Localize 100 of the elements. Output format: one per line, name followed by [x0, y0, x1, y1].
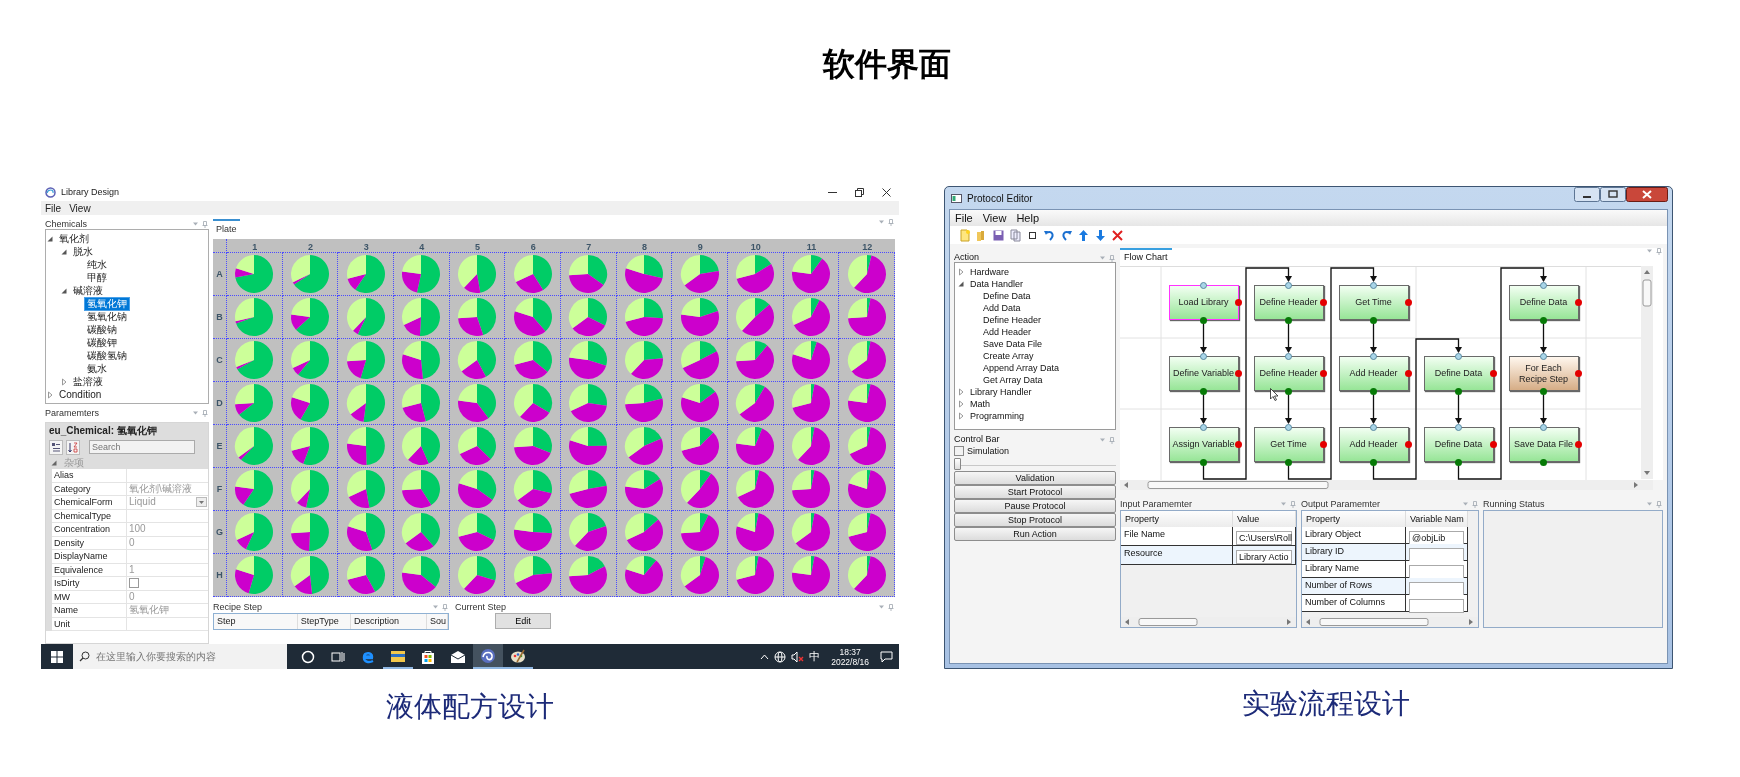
input-port[interactable]: [1200, 423, 1207, 431]
column-header[interactable]: Description: [350, 614, 427, 629]
expanded-arrow-icon[interactable]: [60, 286, 68, 295]
error-port[interactable]: [1405, 299, 1412, 306]
notification-icon[interactable]: [880, 650, 893, 663]
output-port[interactable]: [1455, 387, 1462, 395]
column-header[interactable]: Variable Nam: [1406, 511, 1468, 527]
search-field[interactable]: 在这里输入你要搜索的内容: [96, 651, 276, 662]
close-icon[interactable]: [882, 187, 891, 197]
input-port[interactable]: [1285, 281, 1292, 289]
slider-thumb[interactable]: [954, 458, 961, 470]
output-port[interactable]: [1540, 458, 1547, 466]
tree-item[interactable]: Data Handler: [968, 278, 1026, 290]
slider[interactable]: [954, 457, 1116, 471]
control-button[interactable]: Pause Protocol: [954, 499, 1116, 513]
menu-item[interactable]: File: [41, 202, 66, 214]
flow-node[interactable]: Assign Variable: [1168, 427, 1239, 462]
input-port[interactable]: [1285, 352, 1292, 360]
chevron-up-icon[interactable]: [760, 653, 770, 660]
close-button[interactable]: [1626, 187, 1668, 202]
collapsed-arrow-icon[interactable]: [957, 388, 965, 396]
tree-item[interactable]: Hardware: [968, 266, 1011, 278]
column-header[interactable]: StepType: [297, 614, 351, 629]
tree-item[interactable]: 氢氧化钾: [85, 297, 129, 310]
control-button[interactable]: Start Protocol: [954, 485, 1116, 499]
error-port[interactable]: [1575, 441, 1582, 448]
output-port[interactable]: [1370, 387, 1377, 395]
flow-node[interactable]: Define Data: [1423, 356, 1494, 391]
tree-item[interactable]: 盐溶液: [71, 375, 105, 388]
error-port[interactable]: [1575, 370, 1582, 377]
output-port[interactable]: [1200, 387, 1207, 395]
control-button[interactable]: Stop Protocol: [954, 513, 1116, 527]
tree-item[interactable]: Save Data File: [981, 338, 1045, 350]
error-port[interactable]: [1320, 441, 1327, 448]
flow-node[interactable]: Get Time: [1253, 427, 1324, 462]
tree-item[interactable]: Library Handler: [968, 386, 1034, 398]
column-header[interactable]: Property: [1121, 511, 1233, 527]
flow-node[interactable]: For Each Recipe Step: [1508, 356, 1579, 391]
text-field[interactable]: C:\Users\Roll: [1236, 531, 1292, 545]
edit-button[interactable]: Edit: [495, 613, 551, 629]
tree-item[interactable]: Condition: [57, 388, 104, 401]
output-port[interactable]: [1200, 458, 1207, 466]
plate-tab[interactable]: Plate: [213, 219, 240, 234]
text-field[interactable]: [1409, 565, 1464, 579]
error-port[interactable]: [1490, 441, 1497, 448]
restore-icon[interactable]: [855, 187, 864, 197]
text-field[interactable]: [1409, 582, 1464, 596]
tree-item[interactable]: Define Data: [981, 290, 1033, 302]
input-port[interactable]: [1370, 352, 1377, 360]
collapsed-arrow-icon[interactable]: [957, 412, 965, 420]
text-field[interactable]: [1409, 548, 1464, 562]
delete-icon[interactable]: [1111, 228, 1124, 242]
flow-node[interactable]: Define Data: [1423, 427, 1494, 462]
text-field[interactable]: Library Actio: [1236, 550, 1292, 564]
flow-node[interactable]: Define Variable: [1168, 356, 1239, 391]
control-button[interactable]: Run Action: [954, 527, 1116, 541]
flow-node[interactable]: Define Header: [1253, 356, 1324, 391]
tree-item[interactable]: 碳酸氢钠: [85, 349, 129, 362]
input-port[interactable]: [1285, 423, 1292, 431]
swirl-icon[interactable]: [480, 647, 496, 664]
menu-item[interactable]: File: [950, 212, 978, 224]
search-field[interactable]: Search: [89, 440, 195, 454]
expanded-arrow-icon[interactable]: [60, 247, 68, 256]
expanded-arrow-icon[interactable]: [50, 458, 58, 467]
tree-item[interactable]: 脱水: [71, 245, 95, 258]
text-field[interactable]: @objLib: [1409, 531, 1464, 545]
menu-item[interactable]: Help: [1011, 212, 1044, 224]
output-port[interactable]: [1285, 316, 1292, 324]
flow-chart-tab[interactable]: Flow Chart: [1120, 248, 1172, 262]
error-port[interactable]: [1320, 370, 1327, 377]
search-box[interactable]: 在这里输入你要搜索的内容: [73, 644, 287, 669]
input-port[interactable]: [1455, 423, 1462, 431]
flow-node[interactable]: Add Header: [1338, 356, 1409, 391]
tree-item[interactable]: 纯水: [85, 258, 109, 271]
collapsed-arrow-icon[interactable]: [46, 390, 54, 399]
circle-icon[interactable]: [301, 649, 315, 664]
menu-item[interactable]: View: [65, 202, 95, 214]
output-port[interactable]: [1455, 458, 1462, 466]
column-header[interactable]: Property: [1302, 511, 1406, 527]
flow-node[interactable]: Define Data: [1508, 285, 1579, 320]
categorized-icon[interactable]: [49, 439, 63, 455]
output-port[interactable]: [1285, 387, 1292, 395]
tree-item[interactable]: Define Header: [981, 314, 1044, 326]
error-port[interactable]: [1235, 441, 1242, 448]
checkbox-label[interactable]: Simulation: [967, 445, 1010, 456]
flow-node[interactable]: Get Time: [1338, 285, 1409, 320]
error-port[interactable]: [1235, 370, 1242, 377]
tree-item[interactable]: 氧化剂: [57, 232, 91, 245]
expanded-arrow-icon[interactable]: [957, 280, 965, 288]
tree-item[interactable]: 碳酸钠: [85, 323, 119, 336]
clock-time[interactable]: 18:37: [839, 646, 861, 657]
horizontal-scrollbar[interactable]: [1120, 480, 1653, 490]
flow-node[interactable]: Add Header: [1338, 427, 1409, 462]
column-header[interactable]: Value: [1233, 511, 1296, 527]
error-port[interactable]: [1405, 370, 1412, 377]
tree-item[interactable]: Create Array: [981, 350, 1036, 362]
down-arrow-icon[interactable]: [1094, 228, 1107, 242]
flow-node[interactable]: Load Library: [1168, 285, 1239, 320]
vertical-scrollbar[interactable]: [1641, 266, 1653, 479]
tree-item[interactable]: Math: [968, 398, 992, 410]
